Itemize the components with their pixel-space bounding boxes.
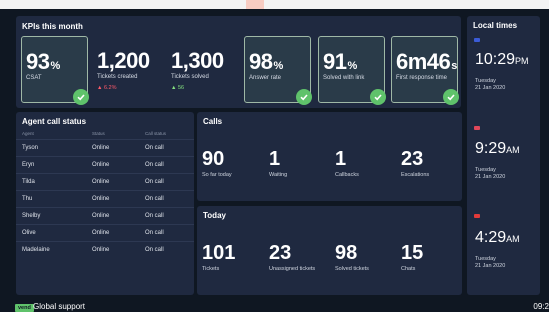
kpi-label: Tickets created xyxy=(97,74,138,80)
check-icon xyxy=(73,89,89,105)
kpi-delta-down: ▲ 6.2% xyxy=(97,85,117,91)
agent-status: Online xyxy=(92,213,110,219)
check-icon xyxy=(443,89,459,105)
local-date: Tuesday 21 Jan 2020 xyxy=(475,256,506,269)
agent-panel-title: Agent call status xyxy=(22,117,87,126)
footer-team-name: Global support xyxy=(33,302,86,311)
calls-stat-so-far-today: 90 So far today xyxy=(202,148,232,178)
kpi-tile-answer-rate: 98% Answer rate xyxy=(244,36,312,105)
agent-name: Thu xyxy=(22,196,33,202)
today-stat-unassigned-tickets: 23 Unassigned tickets xyxy=(269,242,316,272)
kpi-tile-solved-with-link: 91% Solved with link xyxy=(318,36,386,105)
kpi-tile-first-response-time: 6m46s First response time xyxy=(391,36,459,105)
agent-name: Tilda xyxy=(22,179,35,185)
today-stat-solved-tickets: 98 Solved tickets xyxy=(335,242,369,272)
kpi-panel: KPIs this month 93% CSAT 1,200 Tickets c… xyxy=(16,16,461,108)
kpi-tile-csat: 93% CSAT xyxy=(21,36,89,105)
top-accent-mark xyxy=(246,0,264,9)
local-times-panel: Local times 10:29PM Tuesday 21 Jan 2020 9… xyxy=(467,16,540,295)
table-row: Shelby Online On call xyxy=(16,207,194,225)
flag-icon xyxy=(474,214,480,218)
kpi-value: 91% xyxy=(323,49,357,74)
kpi-label: Answer rate xyxy=(249,75,282,81)
agent-call-status: On call xyxy=(145,213,164,219)
local-time: 4:29AM xyxy=(475,229,520,246)
agent-call-status: On call xyxy=(145,162,164,168)
agent-call-status: On call xyxy=(145,179,164,185)
agent-status: Online xyxy=(92,230,110,236)
calls-panel-title: Calls xyxy=(203,117,223,126)
kpi-value: 6m46s xyxy=(396,49,457,74)
flag-icon xyxy=(474,126,480,130)
kpi-label: Tickets solved xyxy=(171,74,209,80)
today-panel: Today 101 Tickets 23 Unassigned tickets 98… xyxy=(197,206,462,295)
kpi-tile-tickets-created: 1,200 Tickets created ▲ 6.2% xyxy=(93,36,163,101)
today-stat-tickets: 101 Tickets xyxy=(202,242,236,272)
top-browser-strip xyxy=(0,0,549,9)
agent-status: Online xyxy=(92,162,110,168)
agent-call-status: On call xyxy=(145,196,164,202)
column-header-call-status: Call status xyxy=(145,131,167,136)
agent-name: Shelby xyxy=(22,213,41,219)
agent-status: Online xyxy=(92,196,110,202)
table-row: Madelaine Online On call xyxy=(16,241,194,259)
agent-name: Madelaine xyxy=(22,247,50,253)
agent-status: Online xyxy=(92,145,110,151)
local-date: Tuesday 21 Jan 2020 xyxy=(475,167,506,180)
check-icon xyxy=(370,89,386,105)
local-time: 9:29AM xyxy=(475,140,520,157)
kpi-delta-up: ▲ 56 xyxy=(171,85,185,91)
kpi-tile-tickets-solved: 1,300 Tickets solved ▲ 56 xyxy=(167,36,237,101)
footer-clock: 09:2 xyxy=(533,302,549,311)
kpi-value: 98% xyxy=(249,49,283,74)
kpi-value: 93% xyxy=(26,49,60,74)
agent-status: Online xyxy=(92,179,110,185)
agent-status: Online xyxy=(92,247,110,253)
table-row: Tilda Online On call xyxy=(16,173,194,191)
today-stat-chats: 15 Chats xyxy=(401,242,424,272)
agent-call-status: On call xyxy=(145,247,164,253)
local-date: Tuesday 21 Jan 2020 xyxy=(475,78,506,91)
kpi-label: First response time xyxy=(396,75,448,81)
kpi-value: 1,300 xyxy=(171,48,224,73)
agent-name: Olive xyxy=(22,230,36,236)
calls-stat-escalations: 23 Escalations xyxy=(401,148,430,178)
table-row: Olive Online On call xyxy=(16,224,194,242)
local-times-title: Local times xyxy=(473,21,518,30)
agent-call-status: On call xyxy=(145,145,164,151)
calls-stat-waiting: 1 Waiting xyxy=(269,148,288,178)
calls-stat-callbacks: 1 Callbacks xyxy=(335,148,359,178)
kpi-label: CSAT xyxy=(26,75,42,81)
kpi-panel-title: KPIs this month xyxy=(22,22,83,31)
agent-name: Tyson xyxy=(22,145,39,151)
table-row: Tyson Online On call xyxy=(16,139,194,157)
calls-panel: Calls 90 So far today 1 Waiting 1 Callbacks… xyxy=(197,112,462,201)
agent-call-status: On call xyxy=(145,230,164,236)
flag-icon xyxy=(474,38,480,42)
table-row: Eryn Online On call xyxy=(16,156,194,174)
column-header-status: Status xyxy=(92,131,105,136)
vend-logo: vend xyxy=(15,304,34,312)
today-panel-title: Today xyxy=(203,211,226,220)
local-time: 10:29PM xyxy=(475,51,529,68)
table-row: Thu Online On call xyxy=(16,190,194,208)
agent-call-status-panel: Agent call status Agent Status Call stat… xyxy=(16,112,194,295)
agent-name: Eryn xyxy=(22,162,35,168)
kpi-label: Solved with link xyxy=(323,75,365,81)
check-icon xyxy=(296,89,312,105)
kpi-value: 1,200 xyxy=(97,48,150,73)
column-header-agent: Agent xyxy=(22,131,34,136)
